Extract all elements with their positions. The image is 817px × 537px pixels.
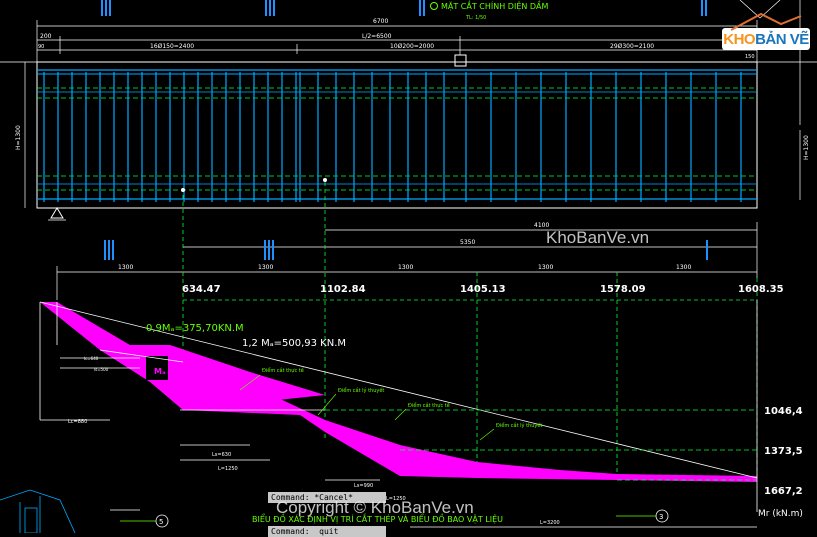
lb-ls500: ls=500	[94, 367, 109, 372]
dim-left-200: 200	[40, 33, 52, 40]
bottom-dim-3: 1300	[398, 264, 413, 271]
cut-label-4: Điểm cắt lý thuyết	[496, 422, 542, 429]
moment-value-1: 634.47	[182, 284, 221, 295]
bottom-dim-4: 1300	[538, 264, 553, 271]
command-line-2[interactable]: Command: quit	[268, 526, 386, 537]
moment-marker-label: Mₐ	[154, 367, 166, 376]
moment-value-2: 1102.84	[320, 284, 366, 295]
cut-label-1: Điểm cắt thực tế	[262, 367, 305, 374]
cut-label-2: Điểm cắt lý thuyết	[338, 387, 384, 394]
lb-ls630: Ls=630	[212, 452, 231, 458]
dim-height-right: H=1300	[803, 135, 810, 160]
dim-seg2: 10Ø200=2000	[390, 43, 434, 50]
watermark-1: KhoBanVe.vn	[546, 228, 650, 247]
support-icon	[50, 207, 64, 219]
cut-label-3: Điểm cắt thực tế	[408, 402, 451, 409]
section-title: MẶT CẮT CHÍNH DIỆN DẦM	[441, 0, 549, 12]
bottom-dim-2: 1300	[258, 264, 273, 271]
section-circle-3-label: 3	[659, 513, 663, 521]
logo-house-icon	[730, 12, 802, 31]
dim-half: L/2=6500	[362, 33, 392, 40]
longitudinal-rebars	[37, 69, 757, 200]
lower-dimension-lines	[56, 222, 758, 300]
bottom-dim-1: 1300	[118, 264, 133, 271]
lb-lc640: lc=640	[84, 356, 99, 361]
lb-ls990: Ls=990	[354, 483, 373, 489]
moment-value-5: 1608.35	[738, 284, 784, 295]
detail-sketch	[0, 489, 140, 533]
stirrup-group	[43, 72, 742, 202]
dim-5350: 5350	[460, 239, 475, 246]
dim-seg3: 29Ø300=2100	[610, 43, 654, 50]
dim-left-90: 90	[38, 44, 44, 50]
section-scale: TL: 1/50	[465, 15, 486, 21]
lb-l1250a: L=1250	[218, 466, 238, 472]
dim-height-left: H=1300	[15, 125, 22, 150]
section-cut-box[interactable]	[454, 54, 467, 67]
moment-value-4: 1578.09	[600, 284, 646, 295]
title-marker-icon	[430, 2, 438, 10]
annotation-09ma: 0,9Mₐ=375,70KN.M	[146, 323, 244, 334]
dim-total: 6700	[373, 18, 388, 25]
green-guides	[182, 182, 758, 480]
cut-point-1	[181, 188, 185, 192]
beam-outline[interactable]	[36, 61, 758, 209]
bottom-dim-5: 1300	[676, 264, 691, 271]
logo-part-2: BẢN VẼ	[755, 30, 809, 48]
section-circle-5-label: 5	[159, 518, 163, 526]
logo-part-1: KHO	[723, 30, 756, 48]
right-value-2: 1373,5	[764, 446, 803, 457]
axis-unit-label: Mr (kN.m)	[758, 509, 803, 519]
annotation-12ma: 1,2 Mₐ=500,93 KN.M	[242, 338, 346, 349]
dim-seg1: 16Ø150=2400	[150, 43, 194, 50]
lb-l3200: L=3200	[540, 520, 560, 526]
right-value-1: 1046,4	[764, 406, 803, 417]
cad-drawing-canvas[interactable]: MẶT CẮT CHÍNH DIỆN DẦM TL: 1/50 6700 L/2…	[0, 0, 817, 533]
lb-lc880: Lc=880	[68, 419, 87, 425]
cut-point-2	[323, 178, 327, 182]
right-value-3: 1667,2	[764, 486, 803, 497]
watermark-2: Copyright © KhoBanVe.vn	[276, 498, 474, 517]
moment-value-3: 1405.13	[460, 284, 506, 295]
dim-right-150: 150	[745, 54, 755, 60]
top-section-markers	[101, 0, 707, 16]
